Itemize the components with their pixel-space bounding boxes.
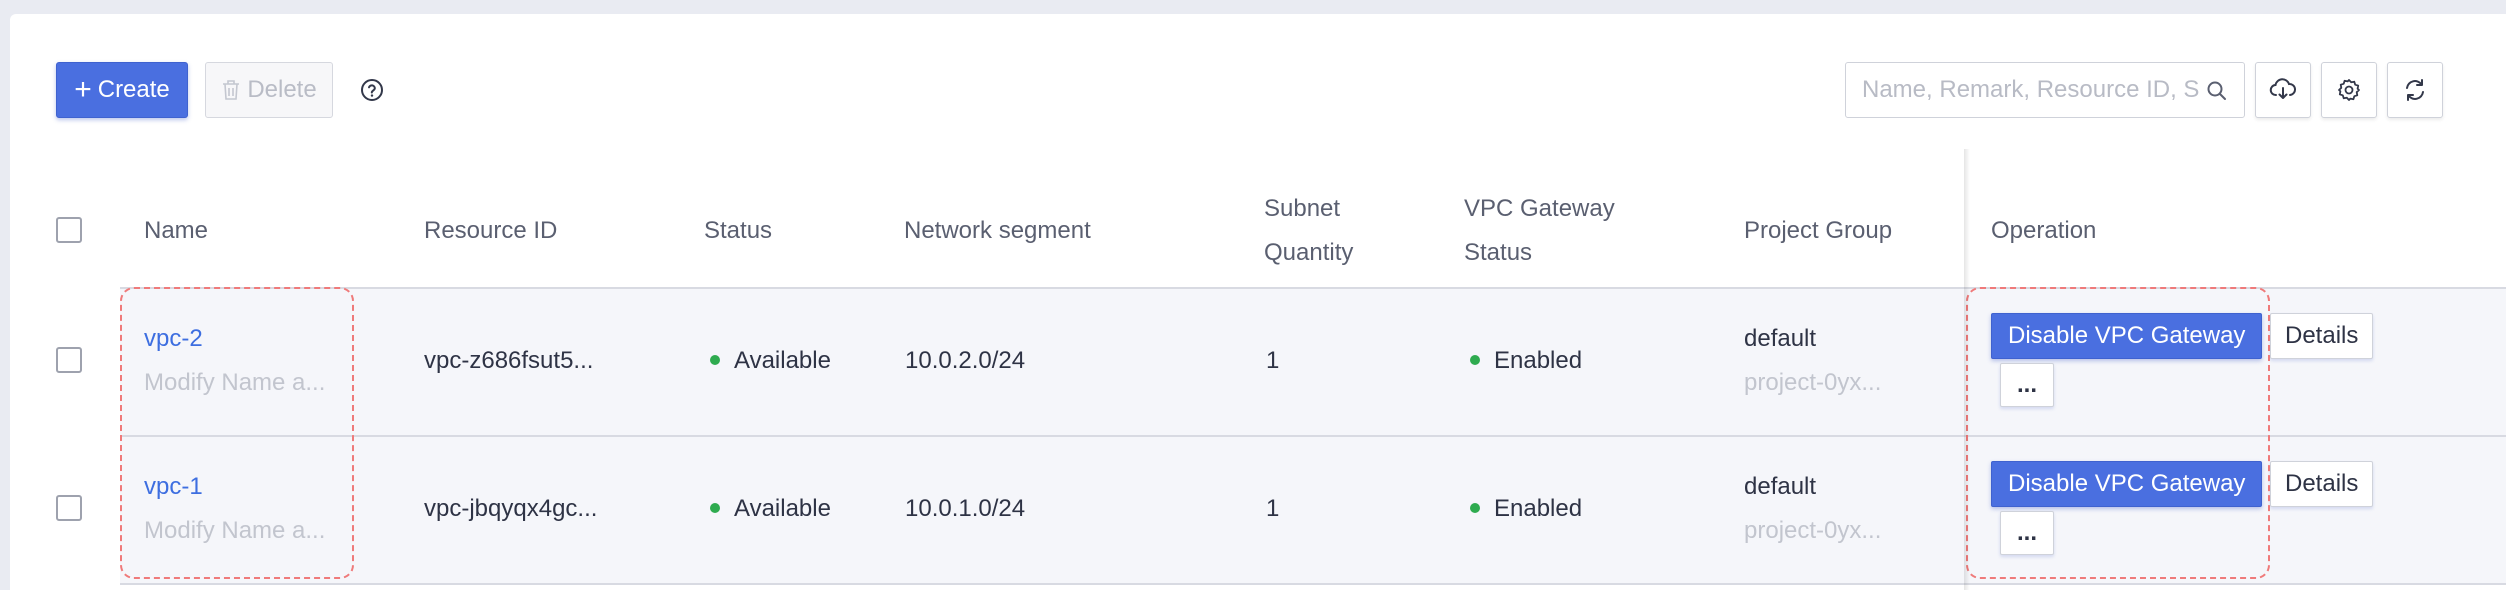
operation-column-shadow bbox=[1964, 149, 1970, 590]
operation-column-highlight bbox=[1966, 287, 2270, 579]
gateway-status-text: Enabled bbox=[1494, 347, 1583, 374]
resource-id: vpc-jbqyqx4gc... bbox=[424, 495, 598, 522]
gateway-status-cell: Enabled bbox=[1470, 347, 1582, 375]
gear-icon bbox=[2338, 79, 2360, 101]
search-input[interactable] bbox=[1862, 73, 2202, 107]
header-vpc-gateway-status-line1[interactable]: VPC Gateway bbox=[1464, 187, 1615, 231]
download-button[interactable] bbox=[2255, 62, 2311, 118]
status-dot-icon bbox=[710, 354, 720, 365]
header-status[interactable]: Status bbox=[704, 209, 772, 253]
name-column-highlight bbox=[120, 287, 354, 579]
create-button-label: Create bbox=[97, 76, 170, 103]
table-header: Name Resource ID Status Network segment … bbox=[10, 149, 2506, 287]
header-subnet-quantity-line2: Quantity bbox=[1264, 239, 1354, 266]
details-button[interactable]: Details bbox=[2270, 313, 2374, 359]
refresh-icon bbox=[2406, 79, 2424, 101]
subnet-quantity[interactable]: 1 bbox=[1266, 495, 1279, 523]
delete-button[interactable]: Delete bbox=[205, 62, 333, 118]
trash-icon bbox=[223, 80, 240, 100]
settings-button[interactable] bbox=[2321, 62, 2377, 118]
select-all-checkbox[interactable] bbox=[56, 217, 82, 243]
gateway-status-dot-icon bbox=[1470, 354, 1480, 365]
row-checkbox[interactable] bbox=[56, 495, 82, 521]
project-group: default bbox=[1744, 473, 1817, 500]
project-id: project-0yx... bbox=[1744, 517, 1882, 544]
refresh-button[interactable] bbox=[2387, 62, 2443, 118]
gateway-status-dot-icon bbox=[1470, 502, 1480, 513]
subnet-quantity[interactable]: 1 bbox=[1266, 347, 1279, 375]
status-text: Available bbox=[734, 347, 831, 374]
gateway-status-text: Enabled bbox=[1494, 495, 1583, 522]
header-project-group[interactable]: Project Group bbox=[1744, 209, 1892, 253]
header-subnet-quantity-line1[interactable]: Subnet bbox=[1264, 187, 1340, 231]
details-button[interactable]: Details bbox=[2270, 461, 2374, 507]
search-icon[interactable] bbox=[2206, 80, 2228, 102]
resource-id: vpc-z686fsut5... bbox=[424, 347, 594, 374]
delete-button-label: Delete bbox=[247, 76, 317, 103]
project-group: default bbox=[1744, 325, 1817, 352]
header-vpc-gateway-status-line2: Status bbox=[1464, 239, 1533, 266]
status-cell: Available bbox=[710, 347, 831, 375]
table-body: vpc-2 Modify Name a... vpc-z686fsut5... … bbox=[10, 287, 2506, 587]
vpc-list-panel: + Create Delete Name, Remark, Resource I… bbox=[10, 14, 2506, 590]
network-segment: 10.0.2.0/24 bbox=[905, 347, 1026, 374]
cloud-download-icon bbox=[2269, 78, 2296, 99]
plus-icon: + bbox=[74, 73, 92, 106]
network-segment: 10.0.1.0/24 bbox=[905, 495, 1026, 522]
row-divider bbox=[120, 583, 2506, 585]
header-network-segment[interactable]: Network segment bbox=[904, 209, 1091, 253]
search-box[interactable] bbox=[1845, 62, 2245, 118]
status-text: Available bbox=[734, 495, 831, 522]
header-operation: Operation bbox=[1991, 217, 2097, 244]
header-name[interactable]: Name bbox=[144, 209, 208, 253]
status-dot-icon bbox=[710, 502, 720, 513]
status-cell: Available bbox=[710, 495, 831, 523]
gateway-status-cell: Enabled bbox=[1470, 495, 1582, 523]
row-checkbox[interactable] bbox=[56, 347, 82, 373]
header-resource-id[interactable]: Resource ID bbox=[424, 209, 557, 253]
create-button[interactable]: + Create bbox=[56, 62, 188, 118]
help-icon[interactable] bbox=[360, 78, 384, 102]
toolbar: + Create Delete bbox=[10, 14, 2506, 134]
project-id: project-0yx... bbox=[1744, 369, 1882, 396]
